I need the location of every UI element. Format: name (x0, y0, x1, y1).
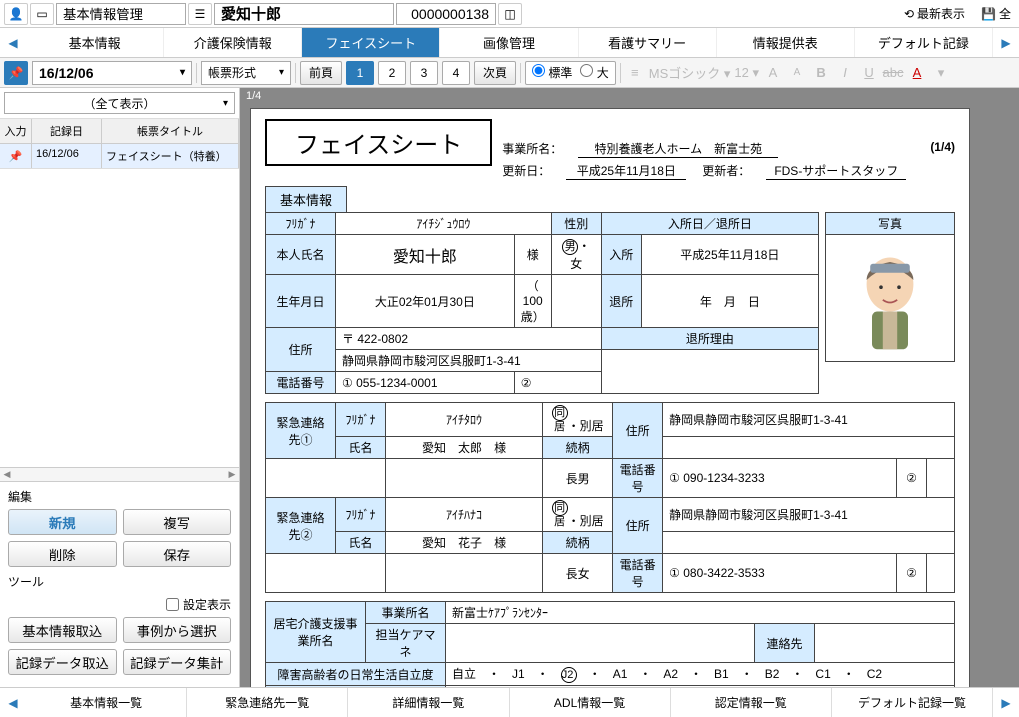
tab-image[interactable]: 画像管理 (440, 28, 578, 57)
copy-button[interactable]: 複写 (123, 509, 232, 535)
show-settings-check[interactable] (166, 598, 179, 611)
list-item[interactable]: 📌 16/12/06 フェイスシート（特養） (0, 144, 239, 169)
page-indicator: 1/4 (240, 88, 1019, 104)
page-4[interactable]: 4 (442, 61, 470, 85)
photo-box: 写真 (825, 212, 955, 362)
format-combo[interactable]: 帳票形式▾ (201, 61, 291, 85)
sheet-title: フェイスシート (265, 119, 492, 166)
page-2[interactable]: 2 (378, 61, 406, 85)
bottom-cert[interactable]: 認定情報一覧 (671, 688, 832, 717)
refresh-button[interactable]: ⟲最新表示 (900, 3, 969, 24)
save-all-button[interactable]: 💾全 (977, 3, 1015, 24)
patient-id (396, 3, 496, 25)
book-icon[interactable]: ▭ (30, 3, 54, 25)
bottom-prev[interactable]: ◀ (0, 688, 26, 717)
from-case-button[interactable]: 事例から選択 (123, 617, 232, 643)
bottom-default[interactable]: デフォルト記録一覧 (832, 688, 993, 717)
zoom-group: 標準 大 (525, 61, 616, 85)
underline-icon: U (859, 63, 879, 83)
list-icon[interactable]: ☰ (188, 3, 212, 25)
format-toolbar: ≡ MSゴシック ▾ 12 ▾ A A B I U abc A ▾ (625, 63, 951, 83)
hscroll[interactable]: ◀▶ (0, 467, 239, 481)
save-button[interactable]: 保存 (123, 541, 232, 567)
italic-icon: I (835, 63, 855, 83)
grid-header: 入力 記録日 帳票タイトル (0, 119, 239, 144)
align-icon: ≡ (625, 63, 645, 83)
import-record-button[interactable]: 記録データ取込 (8, 649, 117, 675)
chevron-down-icon: ▾ (180, 67, 185, 78)
font-large-icon: A (763, 63, 783, 83)
bottom-next[interactable]: ▶ (993, 688, 1019, 717)
zoom-standard[interactable]: 標準 (532, 64, 572, 81)
page-1[interactable]: 1 (346, 61, 374, 85)
pin-icon[interactable]: 📌 (4, 61, 28, 85)
tab-basic[interactable]: 基本情報 (26, 28, 164, 57)
edit-label: 編集 (8, 488, 231, 505)
next-page-button[interactable]: 次頁 (474, 61, 516, 85)
tab-default-rec[interactable]: デフォルト記録 (855, 28, 993, 57)
basic-info-tab: 基本情報 (265, 186, 347, 212)
highlight-icon: ▾ (931, 63, 951, 83)
document-page: フェイスシート 事業所名：特別養護老人ホーム 新富士苑(1/4) 更新日：平成2… (250, 108, 970, 687)
fontcolor-icon: A (907, 63, 927, 83)
page-3[interactable]: 3 (410, 61, 438, 85)
tab-nursing[interactable]: 看護サマリー (579, 28, 717, 57)
aggregate-record-button[interactable]: 記録データ集計 (123, 649, 232, 675)
patient-name (214, 3, 394, 25)
bottom-adl[interactable]: ADL情報一覧 (510, 688, 671, 717)
bottom-emergency[interactable]: 緊急連絡先一覧 (187, 688, 348, 717)
filter-combo[interactable]: （全て表示） (4, 92, 235, 114)
tab-provision[interactable]: 情報提供表 (717, 28, 855, 57)
refresh-icon: ⟲ (904, 7, 914, 21)
tab-next[interactable]: ▶ (993, 28, 1019, 57)
person-icon[interactable]: 👤 (4, 3, 28, 25)
panel-toggle-icon[interactable]: ◫ (498, 3, 522, 25)
tab-facesheet[interactable]: フェイスシート (302, 28, 440, 57)
strike-icon: abc (883, 63, 903, 83)
module-name (56, 3, 186, 25)
bottom-basic[interactable]: 基本情報一覧 (26, 688, 187, 717)
font-combo: MSゴシック ▾ (649, 63, 731, 82)
font-small-icon: A (787, 63, 807, 83)
new-button[interactable]: 新規 (8, 509, 117, 535)
import-basic-button[interactable]: 基本情報取込 (8, 617, 117, 643)
fontsize-combo: 12 ▾ (734, 65, 759, 81)
pin-icon: 📌 (9, 150, 23, 163)
bold-icon: B (811, 63, 831, 83)
zoom-large[interactable]: 大 (580, 64, 608, 81)
save-icon: 💾 (981, 7, 996, 21)
tab-prev[interactable]: ◀ (0, 28, 26, 57)
document-viewport[interactable]: 1/4 フェイスシート 事業所名：特別養護老人ホーム 新富士苑(1/4) 更新日… (240, 88, 1019, 687)
prev-page-button[interactable]: 前頁 (300, 61, 342, 85)
bottom-detail[interactable]: 詳細情報一覧 (348, 688, 509, 717)
avatar-icon (826, 235, 954, 361)
tools-label: ツール (8, 573, 231, 590)
delete-button[interactable]: 削除 (8, 541, 117, 567)
date-combo[interactable]: 16/12/06▾ (32, 61, 192, 85)
tab-insurance[interactable]: 介護保険情報 (164, 28, 302, 57)
